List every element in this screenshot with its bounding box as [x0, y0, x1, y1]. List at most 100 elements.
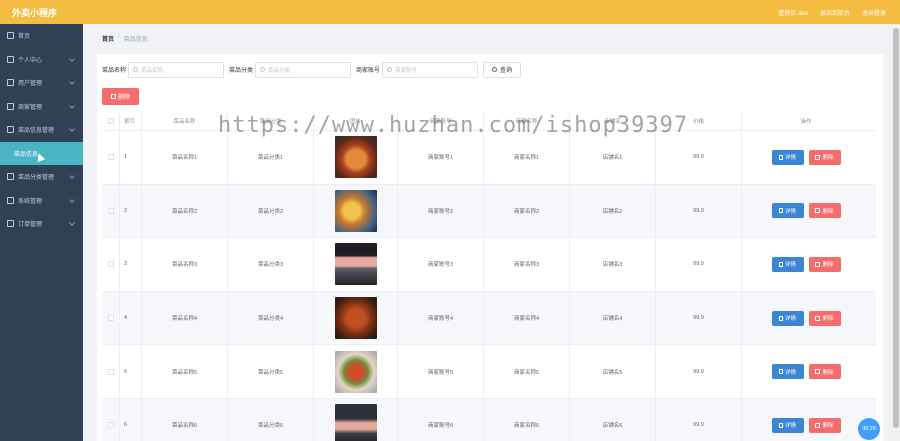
breadcrumb-home[interactable]: 首页 — [102, 34, 114, 43]
sidebar-item-2[interactable]: 用户管理 — [0, 71, 83, 95]
user-icon — [7, 55, 14, 63]
sidebar-item-0[interactable]: 首页 — [0, 24, 83, 48]
sidebar-item-label: 系统管理 — [18, 198, 43, 205]
cell-merchant-id: 商家账号4 — [398, 291, 484, 345]
cell-ops: 详情 删除 — [742, 399, 870, 441]
row-checkbox[interactable] — [107, 261, 114, 268]
search-icon — [387, 67, 393, 72]
delete-button[interactable]: 删除 — [808, 417, 841, 433]
timer-badge: 00:26 — [858, 418, 880, 440]
delete-button[interactable]: 删除 — [808, 256, 841, 272]
delete-button[interactable]: 删除 — [808, 364, 841, 380]
sidebar-item-label: 菜品信息管理 — [18, 128, 55, 135]
table-body: 1 菜品名称1 菜品分类1 商家账号1 商家名称1 店铺名1 99.9 详情 删除 2 菜品名称2 菜… — [102, 131, 876, 441]
header-index: 索引 — [120, 112, 142, 130]
sidebar-item-6[interactable]: 菜品分类管理 — [0, 165, 83, 189]
sidebar-item-1[interactable]: 个人中心 — [0, 48, 83, 72]
sidebar-item-3[interactable]: 商家管理 — [0, 95, 83, 119]
cell-ops: 详情 删除 — [742, 131, 870, 184]
row-checkbox[interactable] — [107, 315, 114, 322]
table-row: 2 菜品名称2 菜品分类2 商家账号2 商家名称2 店铺名2 99.9 详情 删除 — [102, 184, 876, 239]
cell-image — [314, 291, 398, 345]
sidebar-item-4[interactable]: 菜品信息管理 — [0, 118, 83, 142]
cell-name: 菜品名称3 — [142, 238, 228, 291]
row-checkbox[interactable] — [107, 368, 114, 375]
cell-ops: 详情 删除 — [742, 292, 870, 345]
row-checkbox[interactable] — [107, 154, 114, 161]
table-row: 5 菜品名称5 菜品分类5 商家账号5 商家名称5 店铺名5 99.9 详情 删除 — [102, 345, 876, 399]
store-icon — [7, 102, 14, 110]
cell-index: 1 — [120, 131, 142, 184]
category-input[interactable]: 菜品分类 — [255, 61, 352, 78]
sidebar-item-label: 首页 — [18, 34, 31, 41]
cell-category: 菜品分类4 — [228, 291, 314, 345]
row-checkbox-cell — [102, 291, 120, 345]
select-all-checkbox[interactable] — [107, 118, 114, 124]
cell-shop: 店铺名5 — [570, 345, 656, 398]
row-checkbox-cell — [102, 238, 120, 291]
sidebar-item-8[interactable]: 订单管理 — [0, 212, 83, 236]
detail-button[interactable]: 详情 — [771, 256, 804, 272]
sidebar-item-label: 菜品分类管理 — [18, 175, 55, 182]
row-checkbox[interactable] — [107, 422, 114, 429]
query-button[interactable]: 查询 — [483, 61, 522, 78]
cell-price: 99.9 — [656, 238, 742, 291]
detail-button[interactable]: 详情 — [771, 417, 804, 433]
row-checkbox-cell — [102, 184, 120, 238]
detail-button[interactable]: 详情 — [771, 364, 804, 380]
cell-category: 菜品分类1 — [228, 131, 314, 184]
merchant-input[interactable]: 商家账号 — [382, 61, 479, 78]
row-checkbox-cell — [102, 131, 120, 184]
delete-button[interactable]: 删除 — [808, 149, 841, 165]
scrollbar-thumb[interactable] — [893, 28, 899, 428]
scrollbar[interactable] — [892, 24, 900, 441]
cell-merchant-name: 商家名称5 — [484, 345, 570, 398]
row-checkbox-cell — [102, 398, 120, 441]
trash-icon — [815, 154, 821, 160]
cell-price: 99.9 — [656, 345, 742, 398]
row-actions: 详情 删除 — [771, 149, 841, 165]
header-actions: 管理员 abo 退出到前台 退出登录 — [778, 8, 900, 17]
document-icon — [778, 422, 783, 428]
watermark: https://www.huzhan.com/ishop39397 — [218, 113, 689, 138]
cell-price: 99.9 — [656, 398, 742, 441]
cell-merchant-id: 商家账号5 — [398, 345, 484, 398]
cell-shop: 店铺名1 — [570, 131, 656, 184]
detail-label: 详情 — [784, 369, 796, 376]
detail-button[interactable]: 详情 — [771, 203, 804, 219]
document-icon — [778, 208, 783, 214]
cell-image — [314, 398, 398, 441]
detail-button[interactable]: 详情 — [771, 310, 804, 326]
trash-icon — [110, 94, 116, 99]
detail-button[interactable]: 详情 — [771, 149, 804, 165]
chevron-down-icon — [69, 126, 75, 132]
cell-image — [314, 184, 398, 238]
cell-image — [314, 345, 398, 398]
app-title: 外卖小程序 — [12, 7, 58, 18]
sidebar-item-7[interactable]: 系统管理 — [0, 189, 83, 213]
table-row: 3 菜品名称3 菜品分类3 商家账号3 商家名称3 店铺名3 99.9 详情 删除 — [102, 238, 876, 292]
sidebar-item-label: 个人中心 — [18, 57, 43, 64]
trash-icon — [815, 261, 821, 267]
delete-button[interactable]: 删除 — [808, 203, 841, 219]
sidebar-item-5[interactable]: 菜品信息 — [0, 141, 83, 165]
cell-shop: 店铺名3 — [570, 238, 656, 291]
cell-category: 菜品分类5 — [228, 345, 314, 398]
home-icon — [7, 32, 14, 40]
front-link[interactable]: 退出到前台 — [820, 8, 850, 17]
system-icon — [7, 196, 14, 204]
chevron-down-icon — [69, 220, 75, 226]
document-icon — [778, 154, 783, 160]
cell-shop: 店铺名6 — [570, 398, 656, 441]
logout-link[interactable]: 退出登录 — [862, 8, 886, 17]
delete-button[interactable]: 删除 — [808, 310, 841, 326]
name-input[interactable]: 菜品名称 — [128, 61, 225, 78]
row-checkbox[interactable] — [107, 207, 114, 214]
cell-merchant-name: 商家名称1 — [484, 131, 570, 184]
detail-label: 详情 — [784, 262, 796, 269]
batch-delete-button[interactable]: 删除 — [102, 88, 139, 105]
table-row: 6 菜品名称6 菜品分类6 商家账号6 商家名称6 店铺名6 99.9 详情 删除 — [102, 398, 876, 441]
search-icon — [260, 67, 266, 72]
category-label: 菜品分类 — [229, 68, 254, 74]
mouse-cursor-icon — [34, 151, 46, 162]
